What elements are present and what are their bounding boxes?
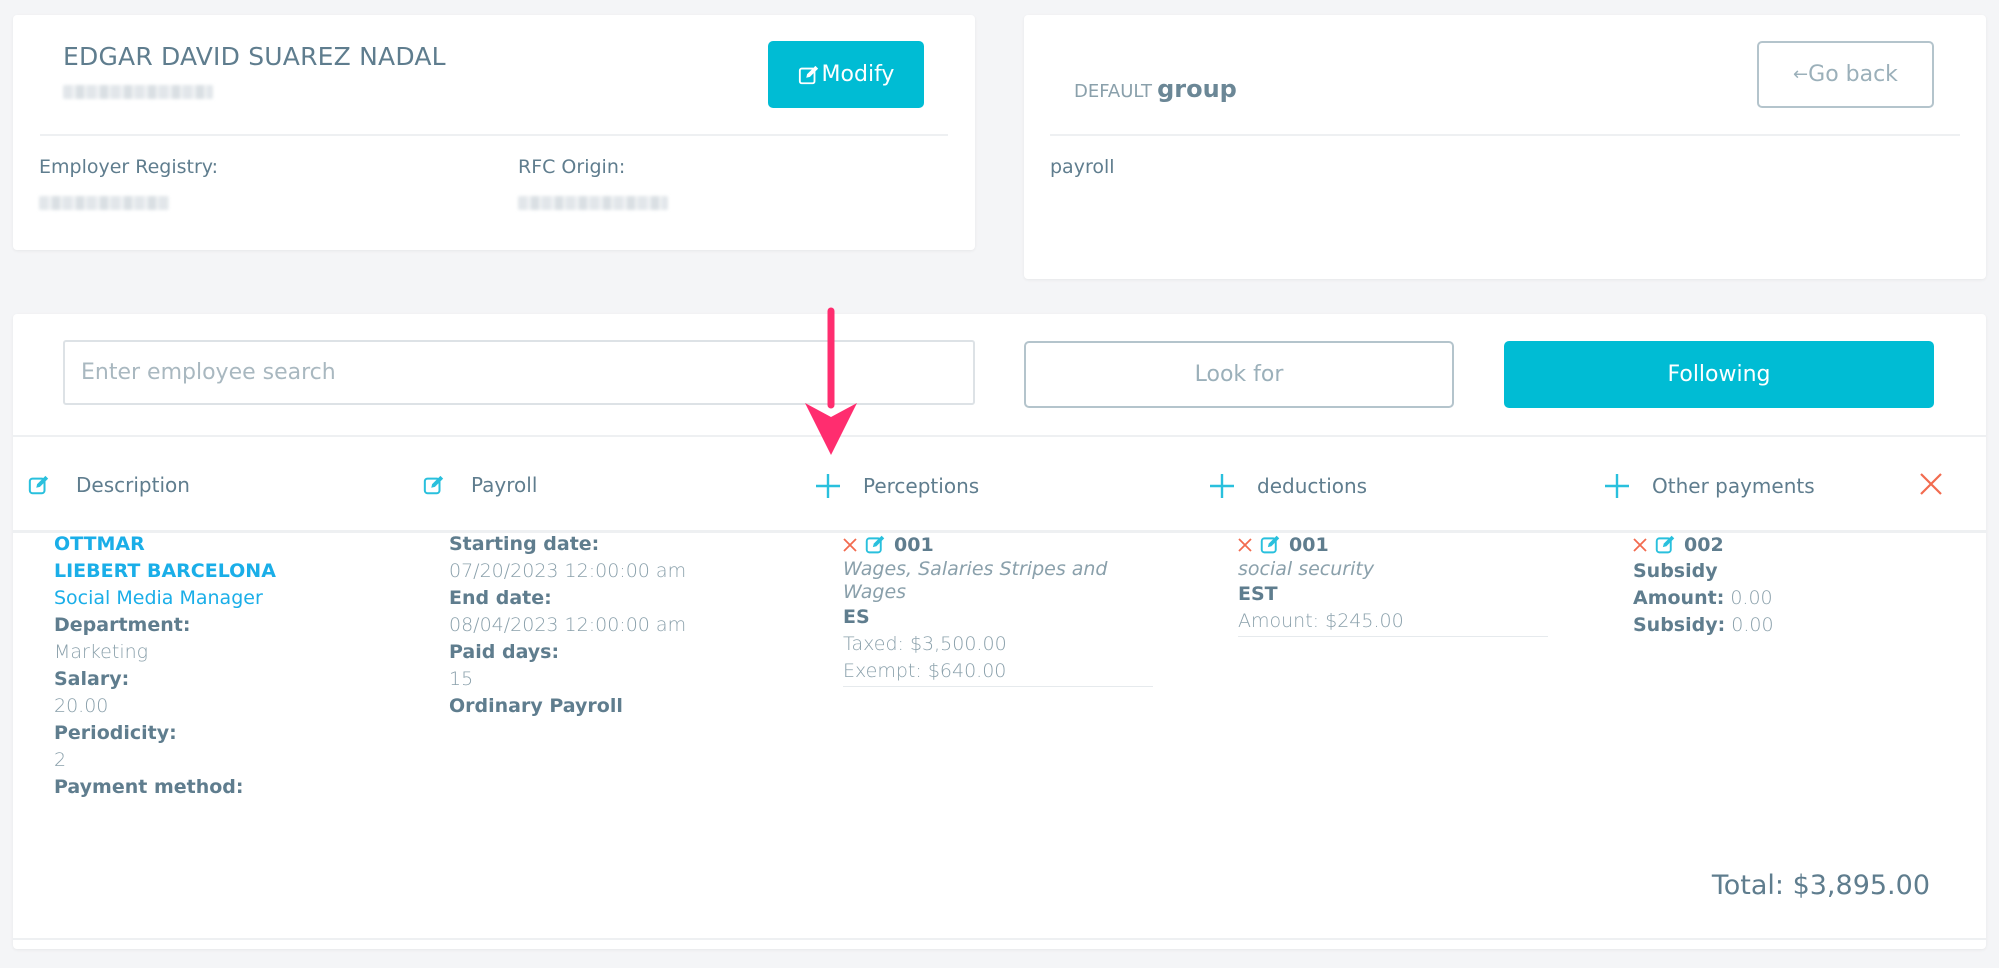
deduction-type: EST — [1238, 583, 1278, 605]
group-card: DEFAULT group ← Go back payroll — [1024, 15, 1986, 279]
perception-taxed: Taxed: $3,500.00 — [843, 633, 1007, 655]
other-payment-subsidy-value: 0.00 — [1731, 614, 1774, 636]
rfc-origin-label: RFC Origin: — [518, 156, 626, 178]
group-word: group — [1157, 75, 1237, 103]
other-payment-amount-label: Amount: — [1633, 587, 1725, 609]
deduction-code: 001 — [1289, 533, 1329, 556]
employee-position: Social Media Manager — [54, 587, 263, 609]
plus-icon[interactable] — [815, 473, 841, 499]
row-divider — [13, 938, 1986, 940]
employee-name: EDGAR DAVID SUAREZ NADAL — [63, 42, 446, 71]
deduction-amount: Amount: $245.00 — [1238, 610, 1404, 632]
edit-icon[interactable] — [1655, 534, 1676, 555]
rfc-origin-value-redacted — [518, 196, 668, 210]
delete-icon[interactable] — [1238, 537, 1252, 552]
perception-type: ES — [843, 606, 870, 628]
deduction-item: 001 social security EST Amount: $245.00 — [1238, 531, 1548, 637]
following-button[interactable]: Following — [1504, 341, 1934, 408]
employer-registry-value-redacted — [39, 196, 169, 210]
divider — [40, 134, 948, 136]
go-back-label: Go back — [1808, 62, 1898, 87]
arrow-left-icon: ← — [1793, 64, 1809, 85]
department-value: Marketing — [54, 641, 149, 663]
column-header-deductions: deductions — [1209, 473, 1367, 499]
group-title: DEFAULT group — [1074, 75, 1237, 103]
close-icon[interactable] — [1919, 472, 1943, 496]
other-payment-item: 002 Subsidy Amount: 0.00 Subsidy: 0.00 — [1633, 531, 1774, 639]
paid-days-value: 15 — [449, 668, 474, 690]
column-header-perceptions: Perceptions — [815, 473, 979, 499]
perception-exempt: Exempt: $640.00 — [843, 660, 1007, 682]
column-label: Description — [76, 473, 190, 497]
payroll-label: payroll — [1050, 156, 1115, 178]
salary-label: Salary: — [54, 668, 130, 690]
annotation-arrow-icon — [805, 307, 857, 455]
edit-icon[interactable] — [865, 534, 886, 555]
payroll-total: Total: $3,895.00 — [1711, 870, 1930, 901]
delete-icon[interactable] — [1633, 537, 1647, 552]
go-back-button[interactable]: ← Go back — [1757, 41, 1934, 108]
column-label: Other payments — [1652, 474, 1815, 498]
column-label: Payroll — [471, 473, 538, 497]
delete-icon[interactable] — [843, 537, 857, 552]
payroll-detail-card: Look for Following Description Payroll P… — [13, 314, 1986, 949]
perception-description: Wages, Salaries Stripes and Wages — [843, 558, 1108, 603]
column-header-description: Description — [28, 473, 190, 497]
periodicity-value: 2 — [54, 749, 67, 771]
employee-last-name[interactable]: LIEBERT BARCELONA — [54, 558, 276, 585]
employee-id-redacted — [63, 85, 213, 99]
modify-button[interactable]: Modify — [768, 41, 924, 108]
edit-icon[interactable] — [423, 474, 445, 496]
plus-icon[interactable] — [1209, 473, 1235, 499]
table-header: Description Payroll Perceptions deductio… — [13, 435, 1986, 533]
plus-icon[interactable] — [1604, 473, 1630, 499]
modify-label: Modify — [821, 62, 895, 87]
starting-date-value: 07/20/2023 12:00:00 am — [449, 560, 687, 582]
salary-value: 20.00 — [54, 695, 109, 717]
end-date-label: End date: — [449, 587, 552, 609]
periodicity-label: Periodicity: — [54, 722, 177, 744]
look-for-button[interactable]: Look for — [1024, 341, 1454, 408]
edit-icon — [798, 65, 818, 84]
look-for-label: Look for — [1194, 362, 1284, 387]
payroll-type: Ordinary Payroll — [449, 695, 623, 717]
employee-card: EDGAR DAVID SUAREZ NADAL Modify Employer… — [13, 15, 975, 250]
payment-method-label: Payment method: — [54, 776, 244, 798]
starting-date-label: Starting date: — [449, 533, 600, 555]
other-payment-amount-value: 0.00 — [1730, 587, 1773, 609]
other-payment-description: Subsidy — [1633, 560, 1718, 582]
column-label: Perceptions — [863, 474, 980, 498]
other-payment-subsidy-label: Subsidy: — [1633, 614, 1726, 636]
following-label: Following — [1667, 362, 1771, 387]
perception-code: 001 — [894, 533, 934, 556]
payroll-cell: Starting date: 07/20/2023 12:00:00 am En… — [449, 531, 686, 720]
edit-icon[interactable] — [28, 474, 50, 496]
perception-item: 001 Wages, Salaries Stripes and Wages ES… — [843, 531, 1153, 687]
group-prefix: DEFAULT — [1074, 81, 1152, 102]
other-payment-code: 002 — [1684, 533, 1724, 556]
divider — [1050, 134, 1960, 136]
deduction-description: social security — [1238, 558, 1375, 580]
column-label: deductions — [1257, 474, 1368, 498]
employer-registry-label: Employer Registry: — [39, 156, 219, 178]
column-header-other-payments: Other payments — [1604, 473, 1815, 499]
department-label: Department: — [54, 614, 191, 636]
edit-icon[interactable] — [1260, 534, 1281, 555]
column-header-payroll: Payroll — [423, 473, 537, 497]
end-date-value: 08/04/2023 12:00:00 am — [449, 614, 687, 636]
paid-days-label: Paid days: — [449, 641, 560, 663]
employee-first-name[interactable]: OTTMAR — [54, 531, 276, 558]
description-cell: OTTMAR LIEBERT BARCELONA Social Media Ma… — [54, 531, 276, 801]
